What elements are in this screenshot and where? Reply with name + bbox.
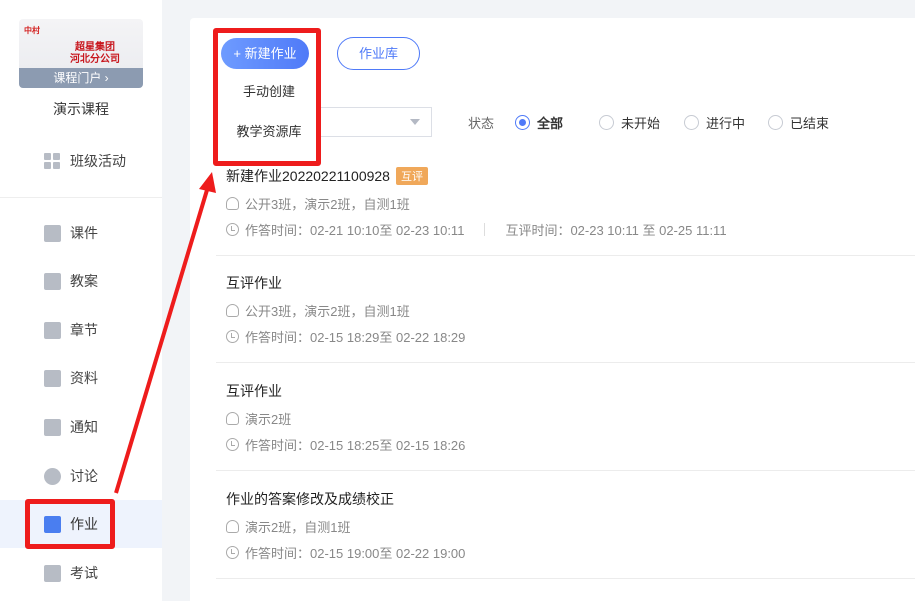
sidebar-item-chapters[interactable]: 章节 — [0, 306, 162, 354]
homework-title-text: 互评作业 — [226, 383, 282, 399]
sidebar-item-lesson-plan[interactable]: 教案 — [0, 257, 162, 305]
homework-title-text: 新建作业20220221100928 — [226, 168, 390, 184]
status-radio-ended[interactable]: 已结束 — [768, 113, 829, 132]
radio-label: 已结束 — [790, 116, 830, 131]
homework-title-text: 互评作业 — [226, 275, 282, 291]
divider — [484, 223, 486, 236]
people-icon — [226, 304, 239, 317]
sidebar-item-label: 通知 — [70, 419, 98, 435]
clock-icon — [226, 546, 239, 559]
answer-time: 作答时间：02-15 19:00至 02-22 19:00 — [245, 546, 466, 561]
sidebar-item-materials[interactable]: 资料 — [0, 354, 162, 402]
homework-list-item[interactable]: 互评作业 公开3班，演示2班，自测1班 作答时间：02-15 18:29至 02… — [216, 273, 915, 363]
radio-label: 进行中 — [706, 116, 746, 131]
caret-down-icon — [410, 119, 420, 125]
radio-icon — [599, 115, 614, 130]
sidebar-item-class-activity[interactable]: 班级活动 — [0, 137, 162, 185]
classes-text: 演示2班 — [245, 412, 292, 427]
homework-title-text: 作业的答案修改及成绩校正 — [226, 491, 394, 507]
people-icon — [226, 520, 239, 533]
radio-label: 全部 — [537, 116, 564, 131]
sidebar-divider — [0, 197, 162, 198]
sidebar-item-notices[interactable]: 通知 — [0, 403, 162, 451]
status-radio-not-started[interactable]: 未开始 — [599, 113, 660, 132]
classes-text: 演示2班，自测1班 — [245, 520, 351, 535]
status-radio-in-progress[interactable]: 进行中 — [684, 113, 745, 132]
homework-list-item[interactable]: 新建作业20220221100928 互评 公开3班，演示2班，自测1班 作答时… — [216, 166, 915, 256]
radio-icon — [515, 115, 530, 130]
sidebar-item-label: 讨论 — [70, 468, 98, 484]
grid-icon — [44, 152, 61, 170]
chat-icon — [44, 467, 61, 485]
ppt-icon — [44, 224, 61, 242]
homework-classes: 演示2班，自测1班 — [226, 517, 350, 536]
status-filter-label: 状态 — [468, 116, 495, 131]
list-icon — [44, 321, 61, 339]
sidebar-item-label: 课件 — [70, 225, 98, 241]
classes-text: 公开3班，演示2班，自测1班 — [245, 304, 410, 319]
sidebar-item-label: 教案 — [70, 273, 98, 289]
radio-icon — [684, 115, 699, 130]
class-select[interactable] — [318, 107, 432, 137]
clock-icon — [226, 330, 239, 343]
classes-text: 公开3班，演示2班，自测1班 — [245, 197, 410, 212]
homework-classes: 演示2班 — [226, 409, 291, 428]
people-icon — [226, 197, 239, 210]
answer-time: 作答时间：02-15 18:29至 02-22 18:29 — [245, 330, 466, 345]
school-logo-card[interactable]: 中村 超星集团 河北分公司 课程门户 › — [19, 19, 143, 88]
review-time: 互评时间：02-23 10:11 至 02-25 11:11 — [505, 223, 727, 238]
folder-icon — [44, 369, 61, 387]
exam-icon — [44, 564, 61, 582]
homework-times: 作答时间：02-15 19:00至 02-22 19:00 — [226, 543, 465, 562]
highlight-box-new-menu — [213, 28, 321, 166]
speaker-icon — [44, 418, 61, 436]
course-portal-link[interactable]: 课程门户 › — [19, 68, 143, 88]
radio-icon — [768, 115, 783, 130]
homework-title: 互评作业 — [226, 381, 282, 401]
peer-review-badge: 互评 — [395, 167, 428, 185]
homework-classes: 公开3班，演示2班，自测1班 — [226, 301, 410, 320]
homework-title: 作业的答案修改及成绩校正 — [226, 489, 394, 509]
radio-label: 未开始 — [621, 116, 661, 131]
sidebar-item-label: 班级活动 — [70, 153, 126, 169]
sidebar-item-label: 章节 — [70, 322, 98, 338]
answer-time: 作答时间：02-21 10:10至 02-23 10:11 — [245, 223, 465, 238]
sidebar-item-label: 考试 — [70, 565, 98, 581]
homework-list-item[interactable]: 互评作业 演示2班 作答时间：02-15 18:25至 02-15 18:26 — [216, 381, 915, 471]
sidebar-item-exam[interactable]: 考试 — [0, 549, 162, 597]
homework-times: 作答时间：02-15 18:29至 02-22 18:29 — [226, 327, 465, 346]
highlight-box-homework — [25, 499, 115, 549]
course-name: 演示课程 — [53, 101, 109, 117]
homework-times: 作答时间：02-15 18:25至 02-15 18:26 — [226, 435, 465, 454]
clock-icon — [226, 223, 239, 236]
homework-library-button[interactable]: 作业库 — [337, 37, 420, 70]
sidebar-item-label: 资料 — [70, 370, 98, 386]
homework-title: 新建作业20220221100928 互评 — [226, 166, 428, 186]
people-icon — [226, 412, 239, 425]
homework-list-item[interactable]: 作业的答案修改及成绩校正 演示2班，自测1班 作答时间：02-15 19:00至… — [216, 489, 915, 579]
logo-mark: 中村 — [24, 26, 40, 35]
homework-title: 互评作业 — [226, 273, 282, 293]
status-radio-all[interactable]: 全部 — [515, 113, 563, 132]
answer-time: 作答时间：02-15 18:25至 02-15 18:26 — [245, 438, 466, 453]
sidebar-item-courseware[interactable]: 课件 — [0, 209, 162, 257]
doc-icon — [44, 272, 61, 290]
homework-classes: 公开3班，演示2班，自测1班 — [226, 194, 410, 213]
logo-branch-name: 河北分公司 — [70, 54, 120, 65]
sidebar-item-discussion[interactable]: 讨论 — [0, 452, 162, 500]
clock-icon — [226, 438, 239, 451]
homework-times: 作答时间：02-21 10:10至 02-23 10:11 互评时间：02-23… — [226, 220, 727, 239]
